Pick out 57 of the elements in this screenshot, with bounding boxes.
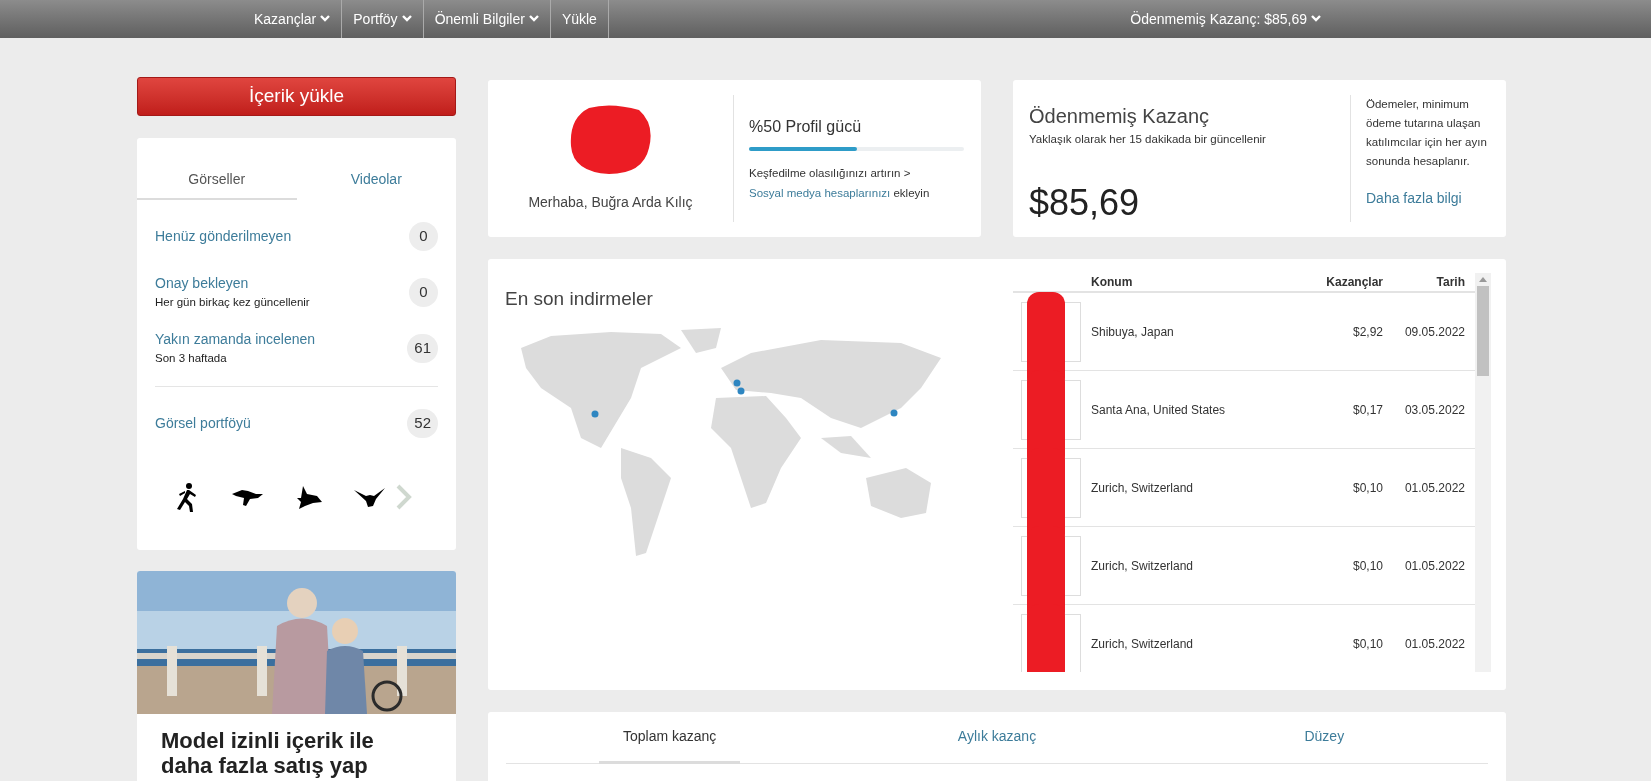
table-cell-text: 01.05.2022 bbox=[1403, 479, 1466, 497]
content-tab[interactable]: Videolar bbox=[296, 160, 456, 200]
portfolio-link[interactable]: Görsel portföyü bbox=[155, 413, 251, 434]
table-cell-text: $2,92 bbox=[1351, 323, 1383, 341]
table-cell-text: Santa Ana, United States bbox=[1091, 401, 1227, 419]
social-media-link[interactable]: Sosyal medya hesaplarınızı bbox=[749, 186, 891, 199]
scrollbar-thumb[interactable] bbox=[1477, 286, 1489, 376]
content-tab[interactable]: Görseller bbox=[137, 160, 297, 200]
account-menu[interactable]: Ödenmemiş Kazanç: $85,69 bbox=[1130, 8, 1321, 30]
earnings-subtitle: Yaklaşık olarak her 15 dakikada bir güncellenir bbox=[1029, 132, 1267, 147]
payment-note: Ödemeler, minimum ödeme tutarına ulaşan katılımcılar için her ayın sonunda hesaplanır. bbox=[1366, 97, 1488, 169]
scrollbar[interactable] bbox=[1475, 273, 1491, 672]
location-dot bbox=[890, 409, 898, 416]
earnings-title: Ödenmemiş Kazanç bbox=[1029, 104, 1211, 129]
promo-headline: Model izinli içerik ile daha fazla satış yap bbox=[160, 727, 375, 778]
table-cell-text: Zurich, Switzerland bbox=[1091, 557, 1195, 575]
stat-note: Son 3 haftada bbox=[155, 350, 228, 366]
stat-link[interactable]: Henüz gönderilmeyen bbox=[155, 225, 292, 247]
chart-tab[interactable]: Düzey bbox=[1280, 712, 1369, 764]
chart-tab[interactable]: Toplam kazanç bbox=[598, 712, 741, 764]
table-cell-text: Zurich, Switzerland bbox=[1091, 635, 1195, 653]
table-cell-text: Shibuya, Japan bbox=[1091, 323, 1175, 341]
earnings-amount: $85,69 bbox=[1029, 181, 1141, 226]
column-header: Tarih bbox=[1435, 274, 1466, 291]
upload-button[interactable]: İçerik yükle bbox=[137, 77, 456, 116]
section-title: En son indirmeler bbox=[505, 287, 654, 311]
stat-link[interactable]: Yakın zamanda incelenen bbox=[155, 328, 316, 350]
tip-text: Keşfedilme olasılığınızı artırın > Sosyal medya hesaplarınızı ekleyin bbox=[749, 165, 931, 201]
table-cell-text: $0,10 bbox=[1351, 635, 1383, 653]
table-cell-text: $0,17 bbox=[1351, 401, 1383, 419]
stat-link[interactable]: Onay bekleyen bbox=[155, 272, 310, 294]
scroll-up-arrow-icon[interactable] bbox=[1479, 277, 1487, 282]
profile-strength-label: %50 Profil gücü bbox=[749, 116, 863, 137]
count-badge: 61 bbox=[407, 333, 438, 363]
more-info-link[interactable]: Daha fazla bilgi bbox=[1366, 188, 1506, 209]
bird-icon bbox=[295, 484, 323, 510]
count-badge: 0 bbox=[409, 221, 438, 251]
nav-menu-item[interactable]: Kazançlar bbox=[243, 0, 343, 38]
bird-icon bbox=[354, 486, 386, 508]
location-dot bbox=[591, 410, 599, 417]
table-cell-text: 09.05.2022 bbox=[1403, 323, 1466, 341]
nav-menu-item[interactable]: Önemli Bilgiler bbox=[423, 0, 551, 38]
table-cell-text: Zurich, Switzerland bbox=[1091, 479, 1195, 497]
table-cell-text: 01.05.2022 bbox=[1403, 635, 1466, 653]
table-cell-text: $0,10 bbox=[1351, 557, 1383, 575]
greeting-text: Merhaba, Buğra Arda Kılıç bbox=[528, 193, 693, 212]
table-cell-text: 03.05.2022 bbox=[1403, 401, 1466, 419]
nav-menu-item[interactable]: Portföy bbox=[342, 0, 424, 38]
stat-note: Her gün birkaç kez güncellenir bbox=[155, 294, 310, 310]
nav-menu-item[interactable]: Yükle bbox=[550, 0, 609, 38]
table-cell-text: $0,10 bbox=[1351, 479, 1383, 497]
count-badge: 52 bbox=[407, 409, 438, 438]
table-cell-text: 01.05.2022 bbox=[1403, 557, 1466, 575]
chart-tab[interactable]: Aylık kazanç bbox=[933, 712, 1061, 764]
column-header: Kazançlar bbox=[1325, 274, 1383, 291]
count-badge: 0 bbox=[409, 277, 438, 307]
column-header: Konum bbox=[1091, 274, 1134, 291]
